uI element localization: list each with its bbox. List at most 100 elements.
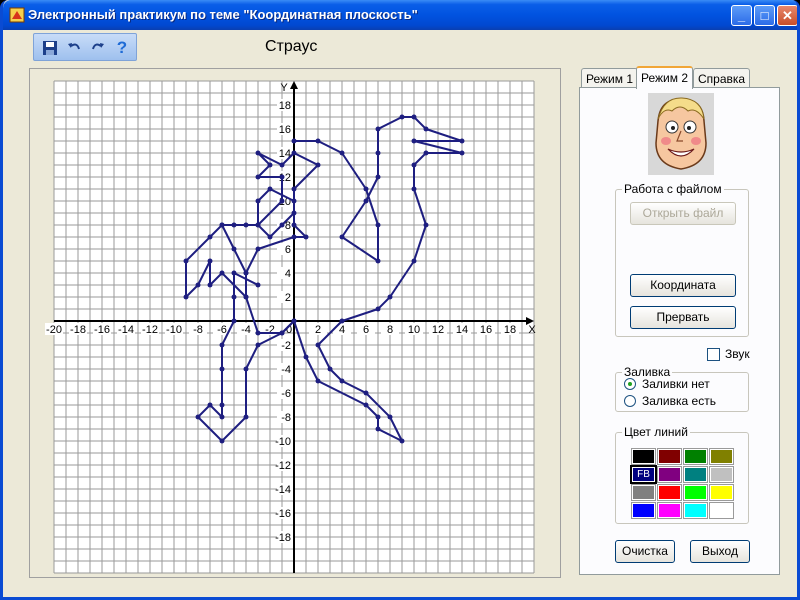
data-point bbox=[327, 366, 333, 372]
data-point bbox=[231, 318, 237, 324]
x-tick-label: -6 bbox=[217, 324, 227, 336]
x-tick-label: 10 bbox=[408, 324, 420, 336]
y-tick-label: -8 bbox=[281, 412, 291, 424]
data-point bbox=[267, 234, 273, 240]
data-point bbox=[255, 150, 261, 156]
data-point bbox=[375, 174, 381, 180]
redo-icon bbox=[92, 43, 104, 50]
coordinate-plane-panel[interactable]: -20 -18 -16 -14 -12 -10 -8 -6 -4 -2 2 4 6 8 10 12 14 16 18… bbox=[29, 68, 561, 578]
no-fill-label: Заливки нет bbox=[642, 377, 710, 391]
data-point bbox=[303, 354, 309, 360]
color-swatch[interactable] bbox=[657, 448, 682, 465]
data-point bbox=[207, 258, 213, 264]
file-group: Работа с файлом Открыть файл Координата … bbox=[615, 182, 749, 337]
mode-2-panel: Работа с файлом Открыть файл Координата … bbox=[579, 87, 780, 575]
maximize-icon: □ bbox=[760, 8, 769, 23]
app-icon bbox=[9, 7, 25, 23]
x-tick-label: 18 bbox=[504, 324, 516, 336]
color-swatch[interactable] bbox=[657, 502, 682, 519]
color-swatch[interactable] bbox=[683, 448, 708, 465]
undo-button[interactable] bbox=[64, 38, 84, 58]
y-axis-label: Y bbox=[280, 82, 288, 94]
color-swatch[interactable] bbox=[657, 466, 682, 483]
data-point bbox=[255, 282, 261, 288]
data-point bbox=[291, 186, 297, 192]
close-button[interactable]: ✕ bbox=[777, 5, 797, 26]
data-point bbox=[183, 258, 189, 264]
help-button[interactable]: ? bbox=[112, 38, 132, 58]
color-swatch[interactable] bbox=[709, 502, 734, 519]
redo-button[interactable] bbox=[88, 38, 108, 58]
fill-radio[interactable] bbox=[624, 395, 636, 407]
save-button[interactable] bbox=[40, 38, 60, 58]
data-point bbox=[219, 402, 225, 408]
x-tick-label: -2 bbox=[265, 324, 275, 336]
close-icon: ✕ bbox=[782, 8, 793, 23]
y-tick-label: -14 bbox=[275, 484, 291, 496]
data-point bbox=[303, 234, 309, 240]
title-bar[interactable]: Электронный практикум по теме "Координат… bbox=[3, 0, 797, 30]
tab-mode-1[interactable]: Режим 1 bbox=[581, 68, 639, 88]
data-point bbox=[399, 114, 405, 120]
color-swatch[interactable] bbox=[631, 448, 656, 465]
data-point bbox=[267, 186, 273, 192]
y-tick-label: -16 bbox=[275, 508, 291, 520]
color-swatch[interactable] bbox=[683, 502, 708, 519]
sound-label: Звук bbox=[725, 347, 750, 361]
x-tick-label: -12 bbox=[142, 324, 158, 336]
data-point bbox=[243, 414, 249, 420]
data-point bbox=[363, 402, 369, 408]
clear-button[interactable]: Очистка bbox=[615, 540, 675, 563]
app-window: Электронный практикум по теме "Координат… bbox=[0, 0, 800, 600]
data-point bbox=[255, 222, 261, 228]
color-swatch[interactable] bbox=[709, 484, 734, 501]
data-point bbox=[255, 246, 261, 252]
color-swatch[interactable] bbox=[709, 466, 734, 483]
data-point bbox=[423, 126, 429, 132]
maximize-button[interactable]: □ bbox=[754, 5, 775, 26]
data-point bbox=[291, 318, 297, 324]
data-point bbox=[231, 222, 237, 228]
color-swatch[interactable]: FB bbox=[630, 465, 657, 484]
data-point bbox=[375, 414, 381, 420]
stop-button[interactable]: Прервать bbox=[630, 306, 736, 329]
minimize-button[interactable]: _ bbox=[731, 5, 752, 26]
data-point bbox=[219, 366, 225, 372]
fill-group: Заливка Заливки нет Заливка есть bbox=[615, 365, 749, 412]
y-tick-label: 16 bbox=[279, 124, 291, 136]
data-point bbox=[339, 234, 345, 240]
data-point bbox=[423, 222, 429, 228]
data-point bbox=[363, 390, 369, 396]
tab-mode-2[interactable]: Режим 2 bbox=[636, 66, 694, 89]
data-point bbox=[459, 138, 465, 144]
data-point bbox=[315, 342, 321, 348]
coordinate-button[interactable]: Координата bbox=[630, 274, 736, 297]
color-swatch[interactable] bbox=[657, 484, 682, 501]
data-point bbox=[363, 186, 369, 192]
data-point bbox=[279, 222, 285, 228]
color-swatch[interactable] bbox=[631, 502, 656, 519]
data-point bbox=[279, 198, 285, 204]
color-swatch[interactable] bbox=[631, 484, 656, 501]
tab-help[interactable]: Справка bbox=[693, 68, 751, 88]
data-point bbox=[387, 414, 393, 420]
line-color-group: Цвет линий FB bbox=[615, 425, 749, 524]
data-point bbox=[219, 270, 225, 276]
open-file-button[interactable]: Открыть файл bbox=[630, 202, 736, 225]
color-swatch[interactable] bbox=[709, 448, 734, 465]
sound-checkbox[interactable] bbox=[707, 348, 720, 361]
no-fill-radio[interactable] bbox=[624, 378, 636, 390]
data-point bbox=[279, 174, 285, 180]
data-point bbox=[207, 234, 213, 240]
data-point bbox=[231, 270, 237, 276]
x-tick-label: 6 bbox=[363, 324, 369, 336]
exit-button[interactable]: Выход bbox=[690, 540, 750, 563]
coordinate-plane[interactable]: -20 -18 -16 -14 -12 -10 -8 -6 -4 -2 2 4 6 8 10 12 14 16 18… bbox=[30, 69, 560, 577]
color-swatch[interactable] bbox=[683, 466, 708, 483]
data-point bbox=[219, 438, 225, 444]
data-point bbox=[315, 138, 321, 144]
data-point bbox=[219, 222, 225, 228]
color-swatch[interactable] bbox=[683, 484, 708, 501]
x-tick-label: -8 bbox=[193, 324, 203, 336]
data-point bbox=[243, 222, 249, 228]
